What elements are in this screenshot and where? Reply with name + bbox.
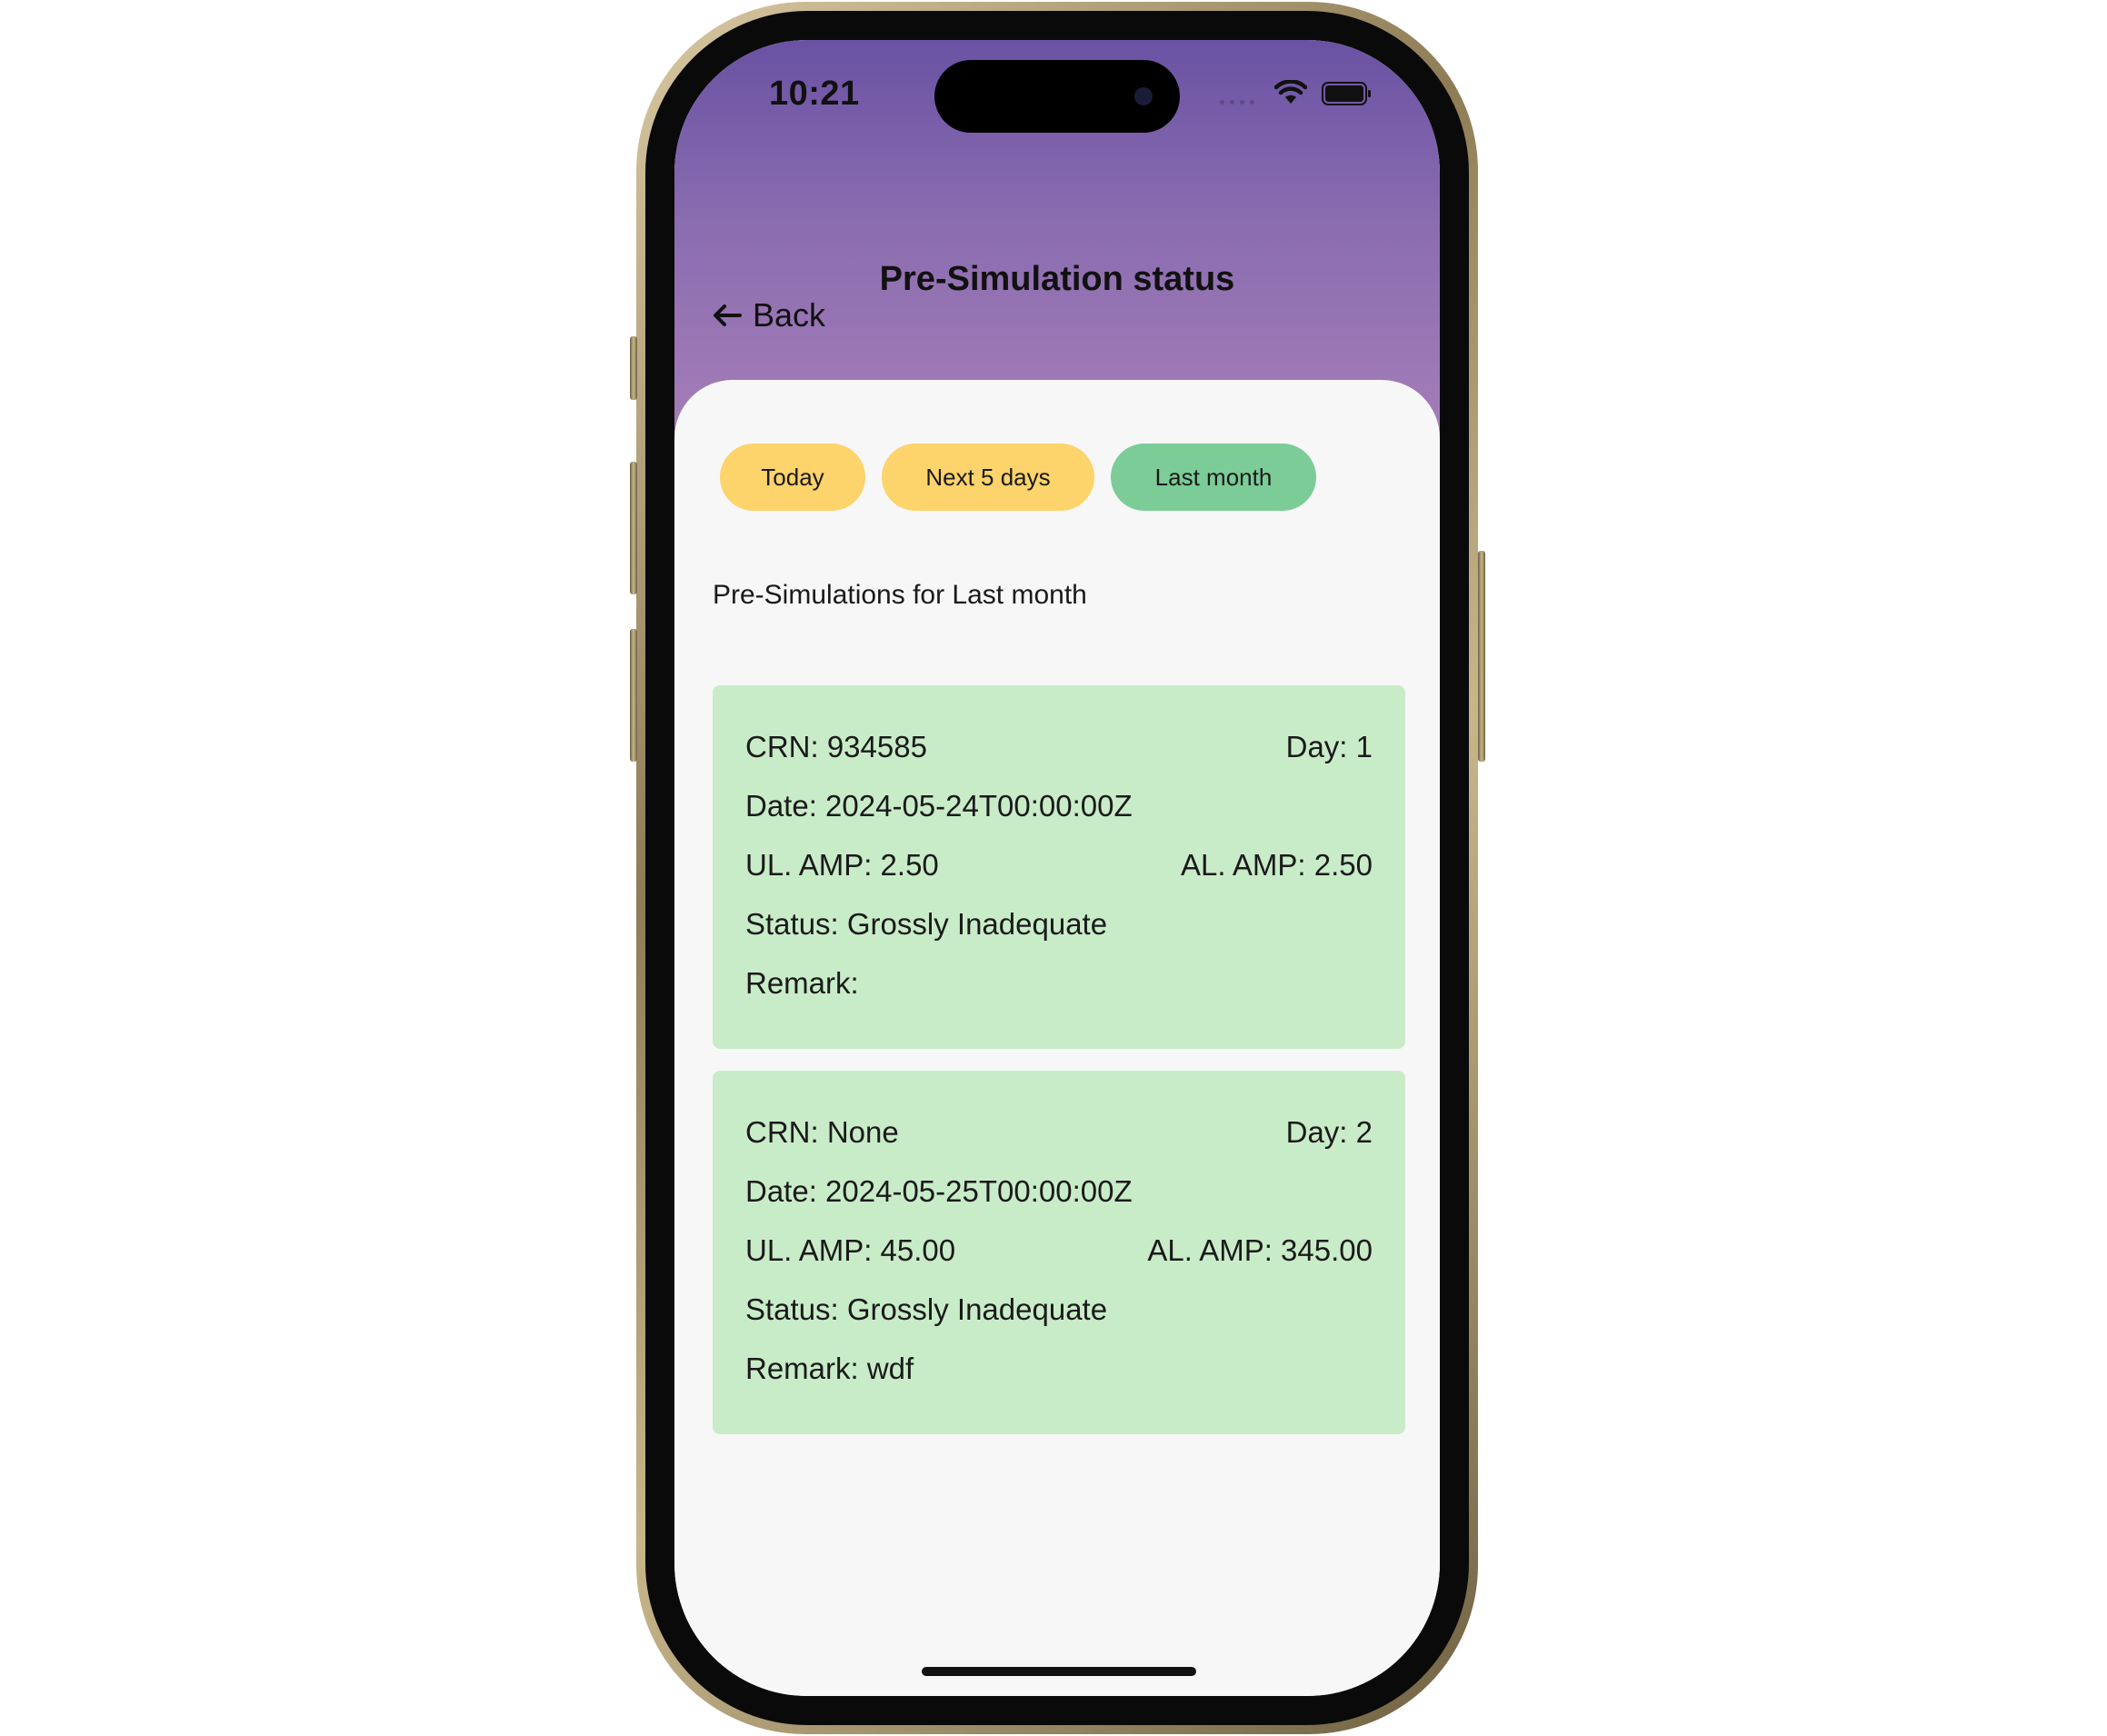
ul-amp-value: UL. AMP: 45.00 xyxy=(745,1233,956,1267)
content-sheet: Today Next 5 days Last month Pre-Simulat… xyxy=(674,380,1440,1696)
card-row-status: Status: Grossly Inadequate xyxy=(745,906,1373,965)
crn-value: CRN: None xyxy=(745,1115,899,1149)
remark-value: Remark: xyxy=(745,966,859,1000)
record-card: CRN: None Day: 2 Date: 2024-05-25T00:00:… xyxy=(713,1071,1405,1434)
card-row-amp: UL. AMP: 45.00 AL. AMP: 345.00 xyxy=(745,1232,1373,1292)
app-screen: 10:21 Pre-Simulation status Back Today N… xyxy=(674,40,1440,1696)
al-amp-value: AL. AMP: 2.50 xyxy=(1181,848,1373,882)
card-row-crn: CRN: 934585 Day: 1 xyxy=(745,729,1373,788)
card-row-status: Status: Grossly Inadequate xyxy=(745,1292,1373,1351)
crn-value: CRN: 934585 xyxy=(745,730,927,763)
date-value: Date: 2024-05-24T00:00:00Z xyxy=(745,789,1133,823)
volume-up-button xyxy=(630,462,637,594)
card-row-amp: UL. AMP: 2.50 AL. AMP: 2.50 xyxy=(745,847,1373,906)
filter-today-button[interactable]: Today xyxy=(720,444,865,511)
volume-down-button xyxy=(630,629,637,762)
filter-chips: Today Next 5 days Last month xyxy=(720,444,1316,511)
page-title: Pre-Simulation status xyxy=(879,260,1235,298)
wifi-icon xyxy=(1273,79,1308,110)
al-amp-value: AL. AMP: 345.00 xyxy=(1147,1233,1373,1267)
battery-icon xyxy=(1322,82,1373,110)
back-button[interactable]: Back xyxy=(711,296,825,334)
day-value: Day: 2 xyxy=(1285,1115,1373,1149)
arrow-left-icon xyxy=(714,304,742,326)
card-row-date: Date: 2024-05-24T00:00:00Z xyxy=(745,788,1373,847)
filter-next-5-days-button[interactable]: Next 5 days xyxy=(882,444,1094,511)
ul-amp-value: UL. AMP: 2.50 xyxy=(745,848,939,882)
status-value: Status: Grossly Inadequate xyxy=(745,1292,1108,1326)
status-value: Status: Grossly Inadequate xyxy=(745,907,1108,941)
front-camera-icon xyxy=(1134,87,1153,105)
home-indicator[interactable] xyxy=(922,1667,1196,1676)
back-label: Back xyxy=(753,296,826,334)
date-value: Date: 2024-05-25T00:00:00Z xyxy=(745,1174,1133,1208)
day-value: Day: 1 xyxy=(1285,730,1373,763)
device-stage: 10:21 Pre-Simulation status Back Today N… xyxy=(0,0,2107,1736)
record-card: CRN: 934585 Day: 1 Date: 2024-05-24T00:0… xyxy=(713,685,1405,1049)
cellular-signal-icon xyxy=(1220,100,1254,105)
section-label: Pre-Simulations for Last month xyxy=(713,580,1087,610)
remark-value: Remark: wdf xyxy=(745,1352,914,1385)
action-button xyxy=(630,336,637,400)
card-row-crn: CRN: None Day: 2 xyxy=(745,1114,1373,1173)
power-button xyxy=(1478,551,1485,762)
status-time: 10:21 xyxy=(769,75,860,113)
dynamic-island xyxy=(934,60,1180,133)
card-row-remark: Remark: xyxy=(745,965,1373,1024)
card-row-remark: Remark: wdf xyxy=(745,1351,1373,1410)
filter-last-month-button[interactable]: Last month xyxy=(1111,444,1316,511)
card-row-date: Date: 2024-05-25T00:00:00Z xyxy=(745,1173,1373,1232)
